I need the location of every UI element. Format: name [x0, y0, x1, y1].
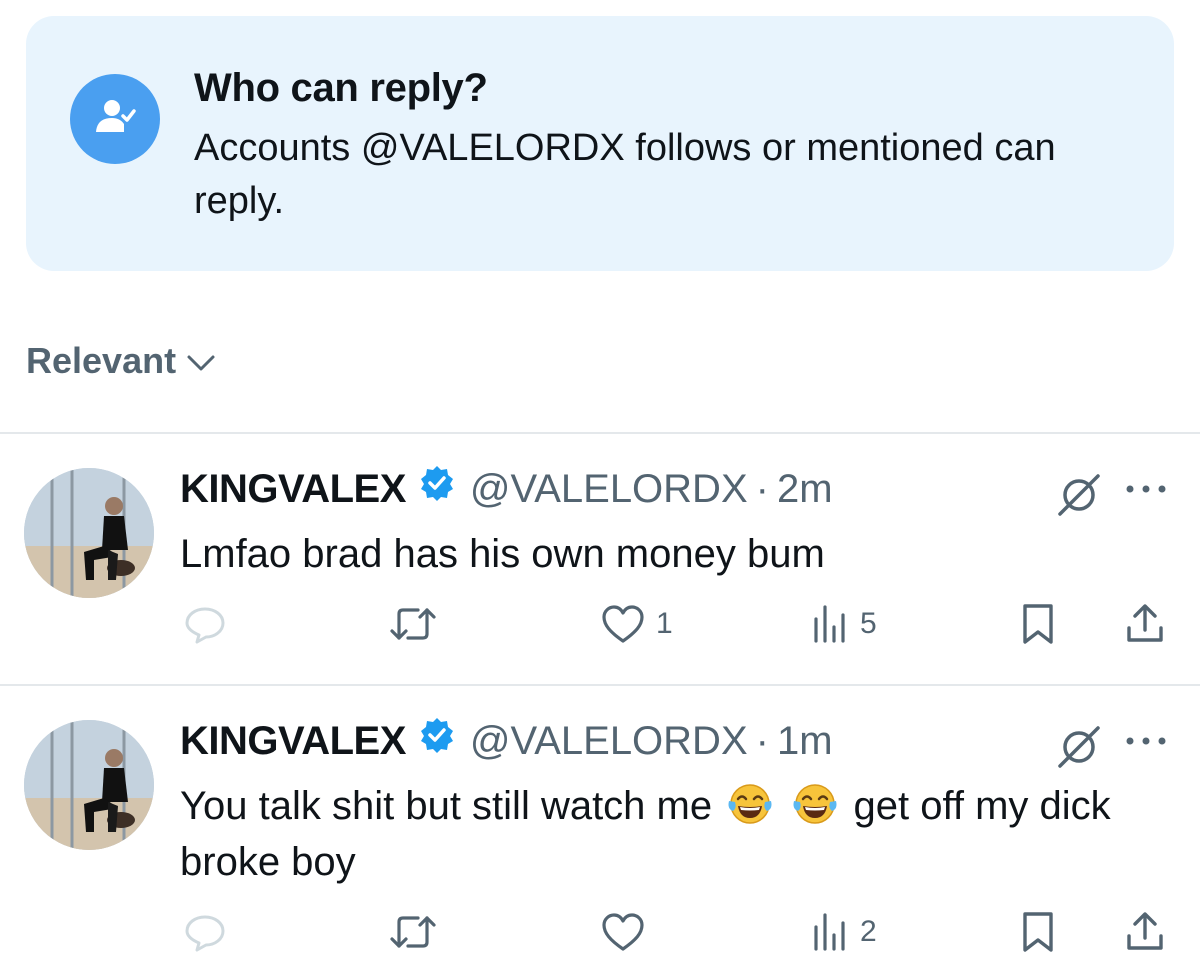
share-icon	[1127, 604, 1163, 642]
tweet-actions: 2	[0, 902, 1200, 962]
author-name[interactable]: KINGVALEX	[180, 465, 406, 513]
verified-badge-icon[interactable]	[418, 464, 456, 513]
share-button[interactable]	[1124, 902, 1166, 962]
retweet-icon	[390, 608, 436, 640]
sort-dropdown[interactable]: Relevant	[26, 340, 216, 382]
verified-badge-icon[interactable]	[418, 716, 456, 765]
retweet-button[interactable]	[388, 902, 448, 962]
avatar[interactable]	[24, 720, 154, 850]
sort-label: Relevant	[26, 340, 177, 381]
bookmark-button[interactable]	[1020, 902, 1056, 962]
author-name[interactable]: KINGVALEX	[180, 717, 406, 765]
share-icon	[1127, 912, 1163, 950]
tweet-text-content: You talk shit but still watch me	[180, 784, 713, 828]
reply-settings-description: Accounts @VALELORDX follows or mentioned…	[194, 127, 1056, 222]
tweet[interactable]: KINGVALEX @VALELORDX · 2m Lmfao brad has…	[0, 434, 1200, 684]
reply-button[interactable]	[183, 594, 237, 654]
author-handle[interactable]: @VALELORDX	[470, 717, 748, 765]
more-options-icon[interactable]	[1124, 734, 1168, 748]
views-count: 5	[860, 607, 877, 640]
chevron-down-icon	[187, 355, 215, 371]
tweet-text: You talk shit but still watch me get off	[180, 778, 1170, 890]
grok-icon[interactable]	[1054, 470, 1104, 520]
tweet-text: Lmfao brad has his own money bum	[180, 526, 1170, 582]
grok-icon[interactable]	[1054, 722, 1104, 772]
bookmark-button[interactable]	[1020, 594, 1056, 654]
retweet-button[interactable]	[388, 594, 448, 654]
share-button[interactable]	[1124, 594, 1166, 654]
tweet[interactable]: KINGVALEX @VALELORDX · 1m You talk shit …	[0, 686, 1200, 966]
like-button[interactable]: 1	[600, 594, 673, 654]
reply-settings-title: Who can reply?	[194, 66, 488, 110]
views-button[interactable]: 5	[810, 594, 877, 654]
views-count: 2	[860, 915, 877, 948]
author-handle[interactable]: @VALELORDX	[470, 465, 748, 513]
bookmark-icon	[1023, 912, 1053, 952]
tweet-header: KINGVALEX @VALELORDX · 1m	[180, 716, 833, 765]
views-button[interactable]: 2	[810, 902, 877, 962]
heart-icon	[602, 913, 644, 951]
like-count: 1	[656, 607, 673, 640]
person-check-icon	[70, 74, 160, 164]
tweet-header: KINGVALEX @VALELORDX · 2m	[180, 464, 833, 513]
reply-button[interactable]	[183, 902, 237, 962]
who-can-reply-card: Who can reply? Accounts @VALELORDX follo…	[26, 16, 1174, 271]
tweet-text-content: Lmfao brad has his own money bum	[180, 532, 825, 576]
retweet-icon	[390, 916, 436, 948]
reply-icon	[185, 915, 225, 952]
like-button[interactable]	[600, 902, 656, 962]
avatar[interactable]	[24, 468, 154, 598]
reply-icon	[185, 607, 225, 644]
timestamp[interactable]: 2m	[777, 465, 833, 513]
tweet-actions: 1 5	[0, 594, 1200, 654]
separator-dot: ·	[755, 466, 769, 511]
separator-dot: ·	[755, 718, 769, 763]
views-chart-icon	[814, 605, 845, 643]
face-with-tears-of-joy-icon	[728, 784, 772, 824]
thread-page: Who can reply? Accounts @VALELORDX follo…	[0, 0, 1200, 966]
face-with-tears-of-joy-icon	[793, 784, 837, 824]
views-chart-icon	[814, 913, 845, 951]
timestamp[interactable]: 1m	[777, 717, 833, 765]
more-options-icon[interactable]	[1124, 482, 1168, 496]
heart-icon	[602, 605, 644, 643]
bookmark-icon	[1023, 604, 1053, 644]
